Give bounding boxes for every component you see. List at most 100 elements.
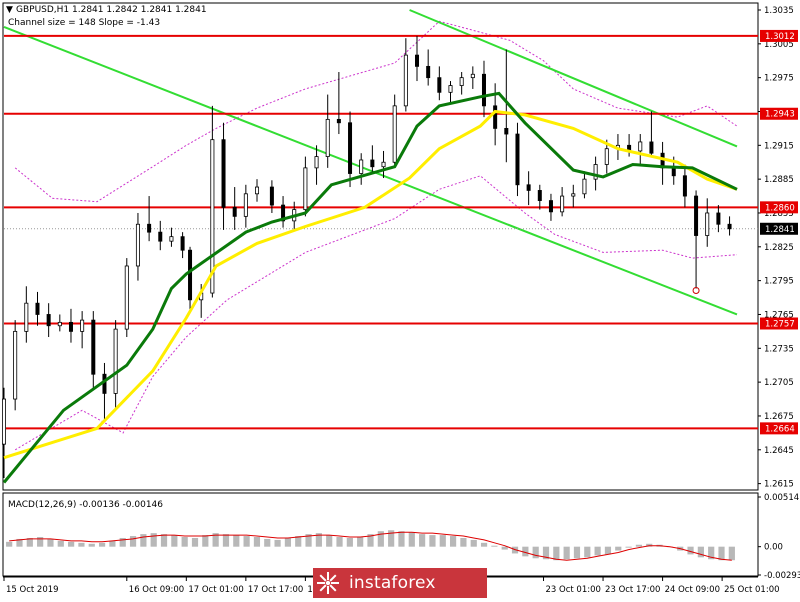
- x-tick-label: 25 Oct 01:00: [724, 585, 779, 595]
- y-tick-label: 1.2795: [764, 277, 794, 287]
- macd-bar: [6, 541, 13, 547]
- candle: [68, 308, 73, 343]
- candle: [437, 66, 442, 101]
- candle-body: [325, 118, 330, 157]
- candle: [147, 196, 152, 242]
- candle: [470, 66, 475, 89]
- price-chart[interactable]: 0.005140.00-0.00293 1.30351.30051.29751.…: [0, 0, 800, 600]
- candle: [515, 122, 520, 197]
- macd-bar: [604, 546, 612, 555]
- x-tick-label: 15 Oct 2019: [6, 585, 59, 595]
- candle: [13, 320, 18, 411]
- macd-bar: [326, 535, 333, 547]
- candle: [359, 153, 364, 185]
- candle: [243, 184, 248, 228]
- macd-bar: [274, 539, 281, 547]
- candle: [336, 72, 341, 135]
- candle: [135, 212, 140, 281]
- y-tick-label: 1.2675: [764, 412, 794, 422]
- current-price-badge-text: 1.2841: [765, 225, 795, 235]
- level-badge-0-text: 1.3012: [765, 32, 795, 42]
- envelope-upper: [14, 20, 738, 203]
- x-tick-label: 17 Oct 01:00: [188, 585, 243, 595]
- candle-body: [221, 139, 226, 208]
- candle: [705, 198, 710, 247]
- candle: [80, 311, 85, 349]
- level-badge-2-text: 1.2860: [765, 203, 795, 213]
- macd-bar: [439, 535, 446, 547]
- candle: [649, 111, 654, 157]
- candle-body: [169, 236, 174, 242]
- price-axis: 1.30351.30051.29751.29451.29151.28851.28…: [758, 6, 798, 490]
- macd-bar: [284, 537, 292, 547]
- candle-body: [135, 223, 140, 267]
- macd-bar: [470, 539, 477, 547]
- macd-bar: [419, 534, 426, 547]
- macd-bar: [129, 536, 137, 547]
- chart-header-channel: Channel size = 148 Slope = -1.43: [8, 18, 160, 28]
- channel-line-0: [3, 25, 738, 316]
- candle-body: [68, 321, 73, 332]
- macd-bar: [491, 545, 498, 547]
- candle: [694, 190, 699, 289]
- candle: [169, 227, 174, 247]
- y-tick-label: 1.2705: [764, 378, 794, 388]
- macd-bar: [584, 546, 591, 558]
- macd-bar: [563, 546, 570, 560]
- candle: [403, 38, 408, 112]
- macd-bar: [697, 546, 704, 558]
- channel-line-1: [409, 9, 738, 148]
- candle: [727, 216, 732, 236]
- y-tick-label: 1.2615: [764, 480, 794, 490]
- candle: [526, 171, 531, 206]
- x-tick-label: 17 Oct 17:00: [248, 585, 303, 595]
- chart-symbol-icon[interactable]: ▼: [6, 5, 13, 15]
- candle: [102, 362, 107, 422]
- candle-body: [24, 302, 29, 332]
- candle-body: [2, 398, 7, 445]
- macd-bar: [57, 540, 64, 547]
- macd-bar: [408, 532, 415, 547]
- main-panel-frame: [2, 2, 759, 491]
- candle: [303, 156, 308, 217]
- x-tick-label: 23 Oct 01:00: [546, 585, 601, 595]
- candle-body: [348, 122, 353, 174]
- candle-body: [682, 175, 687, 197]
- candle: [91, 311, 96, 388]
- candle: [255, 179, 260, 202]
- envelope-lower: [14, 175, 738, 451]
- x-tick-label: 24 Oct 09:00: [665, 585, 720, 595]
- candle: [124, 258, 129, 338]
- macd-bar: [532, 546, 539, 559]
- candle: [314, 145, 319, 185]
- candle-body: [13, 330, 18, 400]
- y-tick-label: 1.2825: [764, 243, 794, 253]
- candle-body: [526, 184, 531, 191]
- level-badge-3: 1.2757: [760, 317, 798, 330]
- candle-body: [705, 212, 710, 236]
- y-tick-label: 1.2885: [764, 175, 794, 185]
- candle-body: [255, 186, 260, 195]
- macd-bar: [78, 542, 85, 547]
- candle-body: [314, 156, 319, 169]
- candle: [537, 184, 542, 210]
- candle: [481, 60, 486, 118]
- macd-bar: [573, 546, 581, 559]
- candle-body: [91, 319, 96, 375]
- candle-body: [560, 195, 565, 213]
- macd-bar: [398, 531, 405, 547]
- macd-bar: [47, 538, 54, 547]
- level-badge-2: 1.2860: [760, 201, 798, 214]
- candle-body: [504, 128, 509, 135]
- candle-body: [548, 200, 553, 213]
- macd-bar: [460, 537, 467, 547]
- candle-body: [403, 54, 408, 107]
- macd-bar: [553, 546, 560, 561]
- y-tick-label: 1.2975: [764, 74, 794, 84]
- macd-bar: [243, 536, 250, 547]
- candle-body: [649, 141, 654, 154]
- candle: [113, 320, 118, 411]
- macd-bar: [615, 546, 622, 551]
- candle: [24, 286, 29, 343]
- candle: [426, 49, 431, 86]
